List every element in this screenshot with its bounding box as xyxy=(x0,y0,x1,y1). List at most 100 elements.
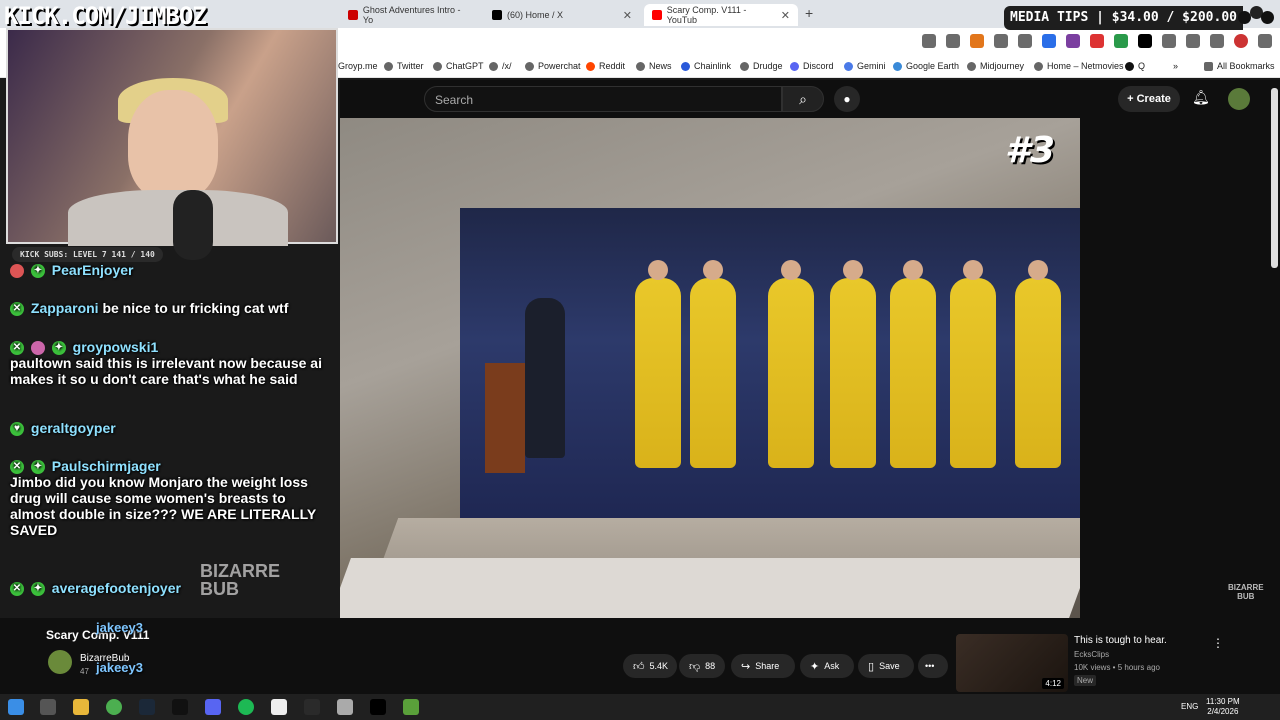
extension-icon[interactable] xyxy=(1042,34,1056,48)
bizarre-bub-logo: BIZARRE BUB xyxy=(200,561,280,599)
bookmark-google-earth[interactable]: Google Earth xyxy=(893,61,959,71)
save-button[interactable]: ▯ Save xyxy=(858,654,914,678)
terminal-icon[interactable] xyxy=(172,699,188,715)
bookmark-netmovies[interactable]: Home – Netmovies xyxy=(1034,61,1124,71)
new-tab-button[interactable]: + xyxy=(805,5,813,21)
sidebar-icon[interactable] xyxy=(1186,34,1200,48)
tab-x-home[interactable]: (60) Home / X ✕ xyxy=(484,4,640,26)
close-icon[interactable]: ✕ xyxy=(623,9,632,22)
discord-icon xyxy=(790,61,799,71)
search-button[interactable]: ⌕ xyxy=(782,86,824,112)
steam-icon[interactable] xyxy=(139,699,155,715)
dislike-button[interactable]: 👎︎ 88 xyxy=(679,654,725,678)
extension-icon[interactable] xyxy=(1090,34,1104,48)
more-actions-button[interactable]: ••• xyxy=(918,654,948,678)
more-icon: ••• xyxy=(925,661,935,671)
system-clock[interactable]: 11:30 PM 2/4/2026 xyxy=(1206,697,1240,717)
bookmark-chatgpt[interactable]: ChatGPT xyxy=(433,61,484,71)
chainlink-icon xyxy=(681,61,690,71)
bookmark-discord[interactable]: Discord xyxy=(790,61,834,71)
x-icon[interactable] xyxy=(370,699,386,715)
language-indicator[interactable]: ENG xyxy=(1181,702,1198,711)
graduate-figure xyxy=(690,260,736,468)
bookmark-label: Reddit xyxy=(599,61,626,71)
thumbs-up-icon: 👍︎ xyxy=(633,660,645,673)
like-button[interactable]: 👍︎ 5.4K xyxy=(623,654,677,678)
bookmark-drudge[interactable]: Drudge xyxy=(740,61,783,71)
bookmark-midjourney[interactable]: Midjourney xyxy=(967,61,1024,71)
menu-icon[interactable] xyxy=(1210,34,1224,48)
heart-badge-icon: ♥ xyxy=(10,422,24,437)
account-avatar[interactable] xyxy=(1228,88,1250,110)
extension-icon[interactable] xyxy=(1066,34,1080,48)
close-icon[interactable]: ✕ xyxy=(781,9,790,22)
bookmark-x[interactable]: /x/ xyxy=(489,61,512,71)
install-icon[interactable] xyxy=(922,34,936,48)
bookmark-chainlink[interactable]: Chainlink xyxy=(681,61,731,71)
video-player[interactable]: #3 xyxy=(340,118,1080,618)
bookmark-q[interactable]: Q xyxy=(1125,61,1145,71)
youtube-favicon-icon xyxy=(348,10,358,20)
recommended-thumbnail[interactable]: 4:12 xyxy=(956,634,1068,692)
chrome-icon[interactable] xyxy=(106,699,122,715)
app-icon[interactable] xyxy=(271,699,287,715)
spotify-icon[interactable] xyxy=(238,699,254,715)
x-icon xyxy=(384,61,393,71)
screen: Ghost Adventures Intro - Yo (60) Home / … xyxy=(0,0,1280,720)
tab-label: (60) Home / X xyxy=(507,10,564,20)
subscriber-badge-icon: ✦ xyxy=(30,264,45,279)
recommended-channel[interactable]: EcksClips xyxy=(1074,650,1109,659)
voice-search-button[interactable]: ● xyxy=(834,86,860,112)
star-icon[interactable] xyxy=(946,34,960,48)
extension-icon[interactable] xyxy=(1114,34,1128,48)
reddit-icon xyxy=(586,61,595,71)
obs-icon[interactable] xyxy=(304,699,320,715)
powerchat-icon xyxy=(525,61,534,71)
metamask-icon[interactable] xyxy=(970,34,984,48)
kick-badge-icon: ✕ xyxy=(10,460,24,475)
shield-icon[interactable] xyxy=(994,34,1008,48)
extension-icon[interactable] xyxy=(1018,34,1032,48)
new-badge: New xyxy=(1074,675,1097,686)
bookmark-twitter[interactable]: Twitter xyxy=(384,61,424,71)
profile-icon[interactable] xyxy=(1234,34,1248,48)
puzzle-icon[interactable] xyxy=(1162,34,1176,48)
share-button[interactable]: ↪ Share xyxy=(731,654,795,678)
bookmark-gemini[interactable]: Gemini xyxy=(844,61,886,71)
minecraft-icon[interactable] xyxy=(403,699,419,715)
search-input[interactable]: Search xyxy=(424,86,782,112)
youtube-header: Search ⌕ ● + Create 🔔︎ xyxy=(340,80,1280,118)
recommended-title[interactable]: This is tough to hear. xyxy=(1074,635,1167,646)
chat-message: ✕ ✦ groypowski1 paultown said this is ir… xyxy=(10,339,350,387)
chat-username: jakeey3 xyxy=(96,620,143,635)
recommended-meta: 10K views • 5 hours ago xyxy=(1074,663,1160,672)
x-icon[interactable] xyxy=(1138,34,1152,48)
kebab-menu-icon[interactable]: ⋮ xyxy=(1212,636,1224,650)
graduate-figure xyxy=(768,260,814,468)
chat-username: PearEnjoyer xyxy=(51,262,134,278)
scrollbar[interactable] xyxy=(1271,88,1278,268)
channel-avatar[interactable] xyxy=(48,650,72,674)
bookmark-reddit[interactable]: Reddit xyxy=(586,61,625,71)
app-icon[interactable] xyxy=(337,699,353,715)
x-favicon-icon xyxy=(492,10,502,20)
windows-start-icon[interactable] xyxy=(8,699,24,715)
kebab-menu-icon[interactable] xyxy=(1258,34,1272,48)
discord-icon[interactable] xyxy=(205,699,221,715)
subscriber-badge-icon: ✦ xyxy=(30,460,45,475)
create-button[interactable]: + Create xyxy=(1118,86,1180,112)
chat-message: ✕ ✦ averagefootenjoyer xyxy=(10,580,350,597)
all-bookmarks[interactable]: All Bookmarks xyxy=(1204,61,1275,71)
save-label: Save xyxy=(879,661,900,671)
grid-icon xyxy=(489,61,498,71)
tab-ghost-adventures[interactable]: Ghost Adventures Intro - Yo xyxy=(340,4,480,26)
ask-button[interactable]: ✦ Ask xyxy=(800,654,854,678)
task-view-icon[interactable] xyxy=(40,699,56,715)
bookmark-powerchat[interactable]: Powerchat xyxy=(525,61,581,71)
tab-scary-comp[interactable]: Scary Comp. V111 - YouTub ✕ xyxy=(644,4,798,26)
file-explorer-icon[interactable] xyxy=(73,699,89,715)
bookmark-news[interactable]: News xyxy=(636,61,672,71)
bookmarks-overflow[interactable]: » xyxy=(1173,61,1178,71)
bookmark-groypme[interactable]: Groyp.me xyxy=(338,61,378,71)
notifications-bell-icon[interactable]: 🔔︎ xyxy=(1192,89,1210,106)
